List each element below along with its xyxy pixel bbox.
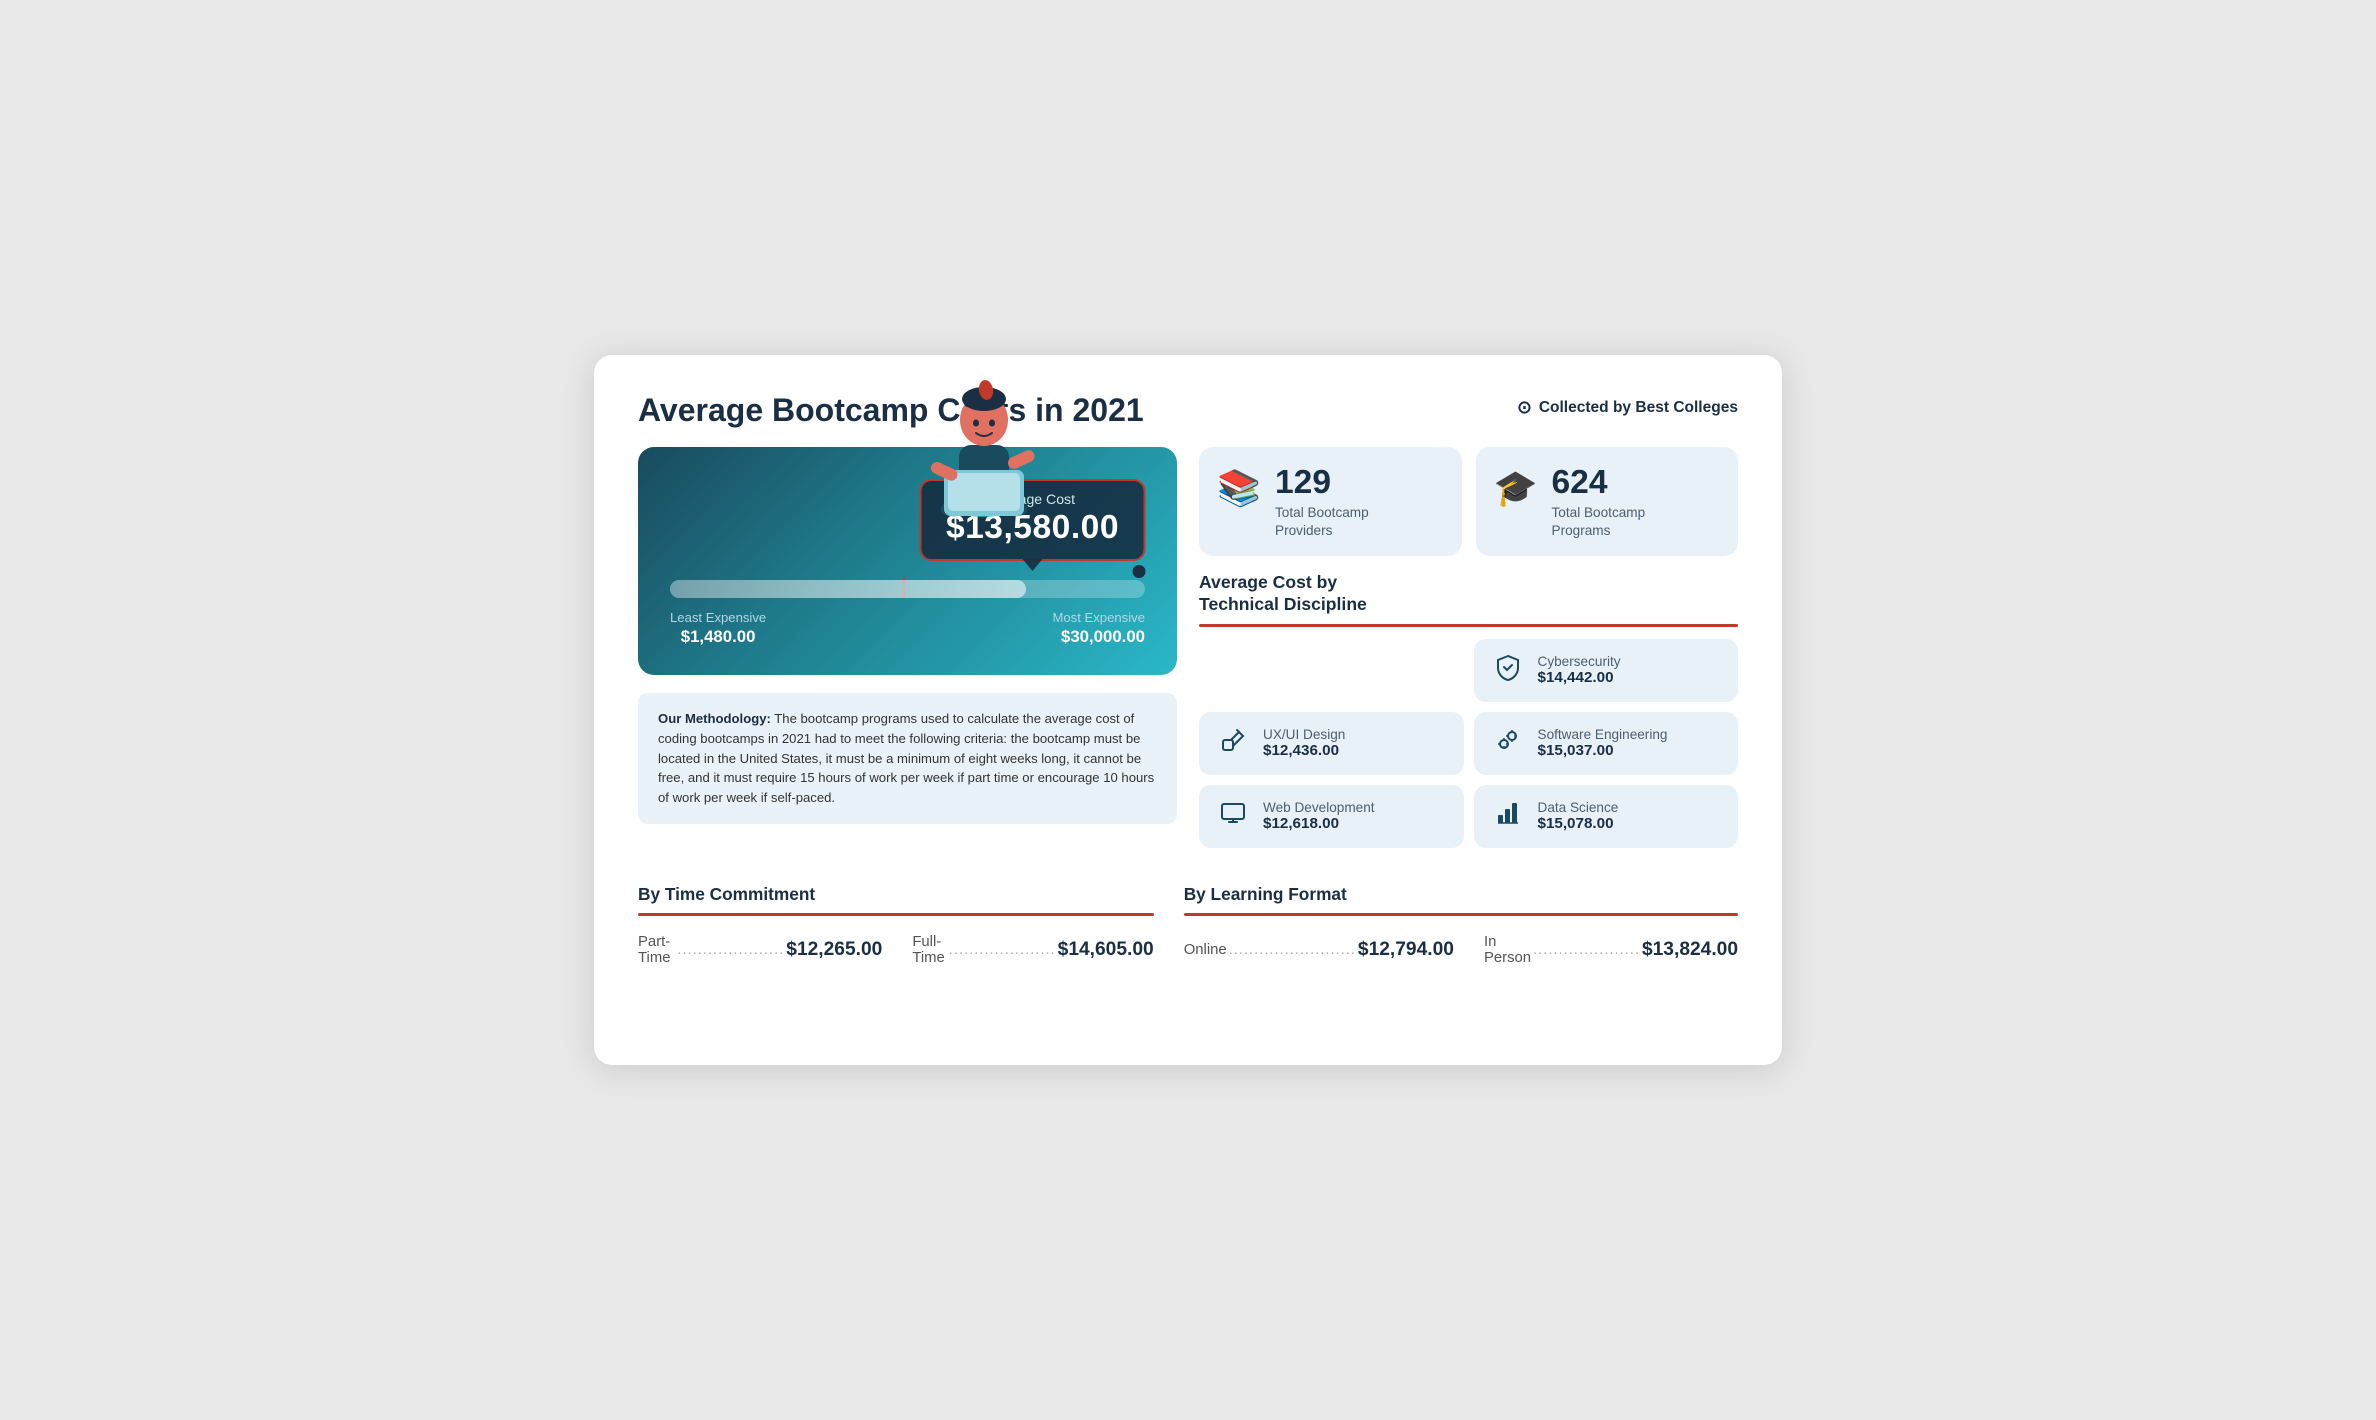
slider-fill [670,580,1026,598]
stat-info-providers: 129 Total BootcampProviders [1275,465,1369,539]
verified-icon: ⊙ [1517,397,1532,418]
programs-number: 624 [1552,465,1646,502]
cost-card: Average Cost $13,580.00 Least Expensive [638,447,1177,675]
time-commitment-title: By Time Commitment [638,884,1154,905]
providers-number: 129 [1275,465,1369,502]
in-person-item: In Person ..................... $13,824.… [1484,934,1738,966]
discipline-info-webdev: Web Development $12,618.00 [1263,800,1375,832]
learning-format-panel: By Learning Format Online ..............… [1184,884,1738,966]
discipline-card-webdev: Web Development $12,618.00 [1199,785,1464,848]
average-cost-label: Average Cost [946,491,1119,507]
time-commitment-divider [638,913,1154,916]
discipline-title: Average Cost byTechnical Discipline [1199,572,1738,616]
books-icon: 📚 [1217,467,1261,509]
most-expensive: Most Expensive $30,000.00 [1052,610,1145,647]
graduation-icon: 🎓 [1494,467,1538,509]
discipline-header: Average Cost byTechnical Discipline [1199,572,1738,627]
discipline-card-uxui: UX/UI Design $12,436.00 [1199,712,1464,775]
stat-card-providers: 📚 129 Total BootcampProviders [1199,447,1462,555]
learning-format-title: By Learning Format [1184,884,1738,905]
discipline-info-datascience: Data Science $15,078.00 [1538,800,1619,832]
average-cost-bubble: Average Cost $13,580.00 [920,479,1145,561]
main-card: Average Bootcamp Costs in 2021 ⊙ Collect… [594,355,1782,1065]
discipline-card-datascience: Data Science $15,078.00 [1474,785,1739,848]
slider-background [670,580,1145,598]
bubble-dot [1132,565,1145,578]
left-column: Average Cost $13,580.00 Least Expensive [638,447,1177,847]
chart-icon [1490,799,1526,834]
page-title: Average Bootcamp Costs in 2021 [638,391,1144,429]
discipline-card-cybersecurity: Cybersecurity $14,442.00 [1474,639,1739,702]
cost-slider-track [670,580,1145,598]
learning-format-divider [1184,913,1738,916]
full-time-item: Full-Time ..................... $14,605.… [912,934,1153,966]
discipline-info-software: Software Engineering $15,037.00 [1538,727,1668,759]
methodology-bold: Our Methodology: [658,711,771,726]
gears-icon [1490,726,1526,761]
cost-labels: Least Expensive $1,480.00 Most Expensive… [670,610,1145,647]
bottom-section: By Time Commitment Part-Time ...........… [638,876,1738,966]
discipline-divider [1199,624,1738,627]
time-commitment-items: Part-Time ..................... $12,265.… [638,934,1154,966]
right-column: 📚 129 Total BootcampProviders 🎓 624 Tota… [1199,447,1738,847]
stats-row: 📚 129 Total BootcampProviders 🎓 624 Tota… [1199,447,1738,555]
least-expensive: Least Expensive $1,480.00 [670,610,766,647]
stat-card-programs: 🎓 624 Total BootcampPrograms [1476,447,1739,555]
methodology-box: Our Methodology: The bootcamp programs u… [638,693,1177,823]
discipline-section: Average Cost byTechnical Discipline [1199,572,1738,848]
average-cost-amount: $13,580.00 [946,509,1119,547]
shield-icon [1490,653,1526,688]
discipline-info-uxui: UX/UI Design $12,436.00 [1263,727,1345,759]
learning-format-items: Online ......................... $12,794… [1184,934,1738,966]
providers-label: Total BootcampProviders [1275,504,1369,539]
discipline-card-software-eng: Software Engineering $15,037.00 [1474,712,1739,775]
time-commitment-panel: By Time Commitment Part-Time ...........… [638,884,1154,966]
monitor-icon [1215,799,1251,834]
online-item: Online ......................... $12,794… [1184,939,1454,961]
stat-info-programs: 624 Total BootcampPrograms [1552,465,1646,539]
programs-label: Total BootcampPrograms [1552,504,1646,539]
discipline-grid: Cybersecurity $14,442.00 UX/UI Design [1199,639,1738,848]
design-icon [1215,726,1251,761]
content-grid: Average Cost $13,580.00 Least Expensive [638,447,1738,847]
header: Average Bootcamp Costs in 2021 ⊙ Collect… [638,391,1738,429]
collected-by: ⊙ Collected by Best Colleges [1517,397,1738,418]
discipline-info-cybersecurity: Cybersecurity $14,442.00 [1538,654,1621,686]
part-time-item: Part-Time ..................... $12,265.… [638,934,882,966]
